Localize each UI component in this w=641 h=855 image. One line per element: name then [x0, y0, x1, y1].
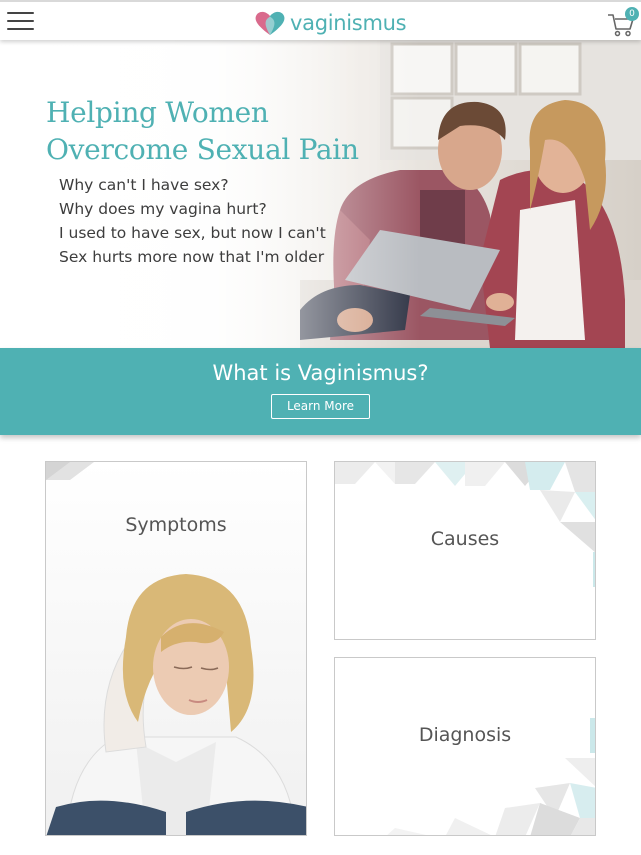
hero-question: I used to have sex, but now I can't	[59, 224, 326, 242]
causes-card-title: Causes	[430, 528, 500, 550]
diagnosis-card[interactable]: Diagnosis	[334, 657, 596, 836]
site-header: vaginismus 0	[0, 0, 641, 40]
hero-question: Sex hurts more now that I'm older	[59, 248, 325, 266]
hero-question: Why can't I have sex?	[59, 176, 229, 194]
hamburger-menu-icon[interactable]	[7, 12, 34, 32]
hero-question-list: Why can't I have sex? Why does my vagina…	[59, 173, 326, 269]
diagnosis-card-title: Diagnosis	[418, 724, 512, 746]
learn-more-button[interactable]: Learn More	[271, 394, 370, 419]
what-is-vaginismus-band: What is Vaginismus? Learn More	[0, 348, 641, 435]
heart-logo-icon	[255, 11, 285, 35]
geometric-pattern-decoration	[335, 462, 595, 587]
hero-title: Helping Women Overcome Sexual Pain	[46, 96, 359, 166]
symptoms-card-title: Symptoms	[125, 514, 227, 536]
site-logo[interactable]: vaginismus	[253, 8, 407, 38]
logo-text: vaginismus	[290, 11, 407, 35]
geometric-pattern-decoration	[387, 718, 595, 835]
band-title: What is Vaginismus?	[212, 361, 429, 385]
symptoms-card[interactable]: Symptoms	[45, 461, 307, 836]
causes-card[interactable]: Causes	[334, 461, 596, 640]
hero-question: Why does my vagina hurt?	[59, 200, 267, 218]
cart-count-badge: 0	[625, 7, 639, 21]
hero-banner: Helping Women Overcome Sexual Pain Why c…	[0, 40, 641, 348]
